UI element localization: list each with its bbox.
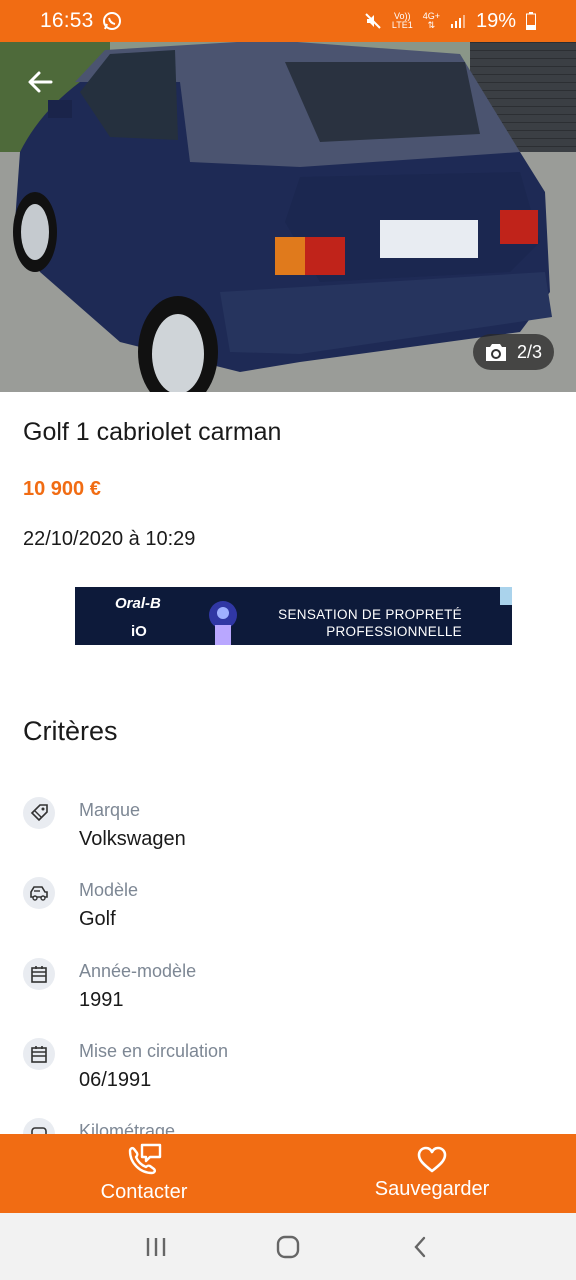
chevron-left-icon (414, 1236, 426, 1257)
whatsapp-icon (102, 12, 121, 30)
camera-icon (485, 344, 506, 361)
recent-apps-button[interactable] (136, 1227, 176, 1267)
status-bar: 16:53 Vo)) LTE1 4G+ ⇅ 19% (0, 0, 576, 42)
criteria-item-model-year: Année-modèle 1991 (23, 958, 553, 1028)
tag-icon (23, 797, 55, 829)
battery-icon (526, 12, 536, 30)
photo-counter: 2/3 (472, 334, 554, 370)
system-nav-bar (0, 1213, 576, 1280)
ad-banner[interactable]: Oral-B iO SENSATION DE PROPRETÉ PROFESSI… (75, 587, 512, 645)
contact-label: Contacter (100, 1181, 188, 1203)
home-button[interactable] (268, 1227, 308, 1267)
arrow-left-icon (28, 71, 53, 93)
listing-title: Golf 1 cabriolet carman (23, 418, 282, 446)
criteria-label: Marque (79, 800, 141, 820)
listing-price: 10 900 € (23, 478, 101, 500)
ad-choices-icon[interactable] (500, 587, 512, 605)
criteria-label: Année-modèle (79, 961, 197, 981)
heart-icon (417, 1146, 447, 1173)
contact-button[interactable]: Contacter (0, 1134, 288, 1213)
mute-icon (365, 13, 381, 29)
data-type: 4G+ ⇅ (422, 11, 440, 30)
criteria-label: Modèle (79, 880, 139, 900)
network-type: Vo)) LTE1 (391, 11, 413, 30)
battery-percent: 19% (475, 9, 516, 32)
criteria-item-model: Modèle Golf (23, 877, 553, 947)
ad-model: iO (131, 623, 147, 640)
criteria-value: 06/1991 (79, 1069, 152, 1091)
photo-counter-text: 2/3 (516, 341, 542, 362)
data-arrows-icon: ⇅ (427, 20, 436, 30)
criteria-title: Critères (23, 716, 118, 746)
save-label: Sauvegarder (374, 1178, 490, 1200)
status-right: Vo)) LTE1 4G+ ⇅ 19% (364, 10, 536, 33)
car-icon (23, 877, 55, 909)
save-button[interactable]: Sauvegarder (288, 1134, 576, 1213)
criteria-value: Golf (79, 908, 116, 930)
listing-photo[interactable]: 2/3 (0, 42, 576, 392)
criteria-item-brand: Marque Volkswagen (23, 797, 553, 867)
criteria-item-registration: Mise en circulation 06/1991 (23, 1038, 553, 1108)
criteria-label: Mise en circulation (79, 1041, 229, 1061)
back-button[interactable] (22, 64, 58, 100)
status-left: 16:53 (40, 9, 122, 33)
ad-tagline-1: SENSATION DE PROPRETÉ (278, 607, 462, 622)
ad-tagline-2: PROFESSIONNELLE (326, 624, 462, 639)
toothbrush-illustration (209, 601, 237, 645)
home-icon (276, 1235, 300, 1258)
recent-apps-icon (146, 1237, 166, 1256)
calendar-icon (23, 958, 55, 990)
signal-icon (450, 15, 465, 28)
phone-message-icon (128, 1143, 162, 1175)
ad-brand: Oral-B (115, 595, 161, 612)
criteria-value: Volkswagen (79, 828, 186, 850)
action-bar: Contacter Sauvegarder (0, 1134, 576, 1213)
status-time: 16:53 (40, 9, 94, 32)
back-nav-button[interactable] (400, 1227, 440, 1267)
calendar-icon (23, 1038, 55, 1070)
criteria-value: 1991 (79, 989, 124, 1011)
listing-date: 22/10/2020 à 10:29 (23, 528, 196, 550)
